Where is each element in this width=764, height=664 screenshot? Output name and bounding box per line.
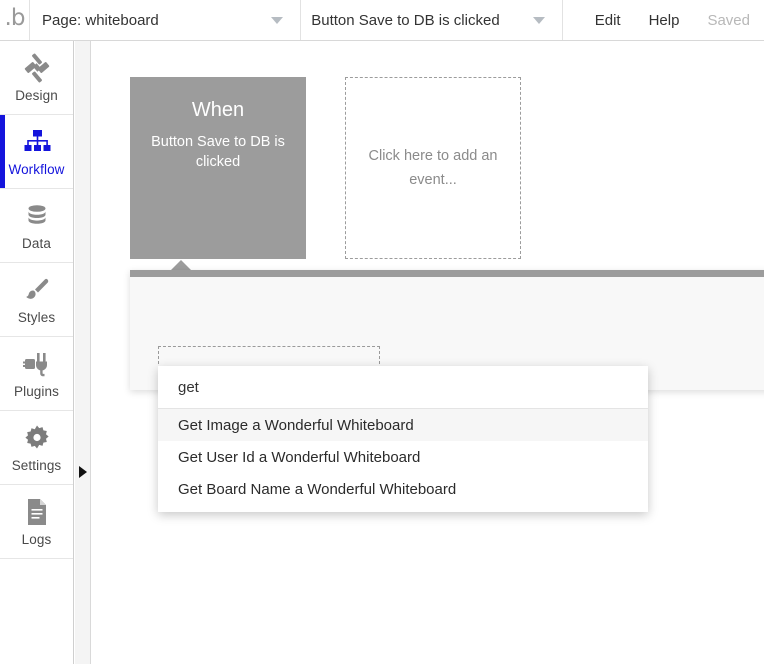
workflow-icon (22, 127, 52, 157)
document-icon (25, 497, 49, 527)
plug-icon (22, 349, 52, 379)
saved-status: Saved (707, 11, 750, 29)
action-option-get-user-id[interactable]: Get User Id a Wonderful Whiteboard (158, 441, 648, 473)
when-subtitle: Button Save to DB is clicked (151, 134, 285, 170)
brush-icon (23, 275, 51, 305)
sidebar-item-styles[interactable]: Styles (0, 263, 73, 337)
sidebar-item-label: Workflow (8, 161, 65, 177)
sidebar-item-logs[interactable]: Logs (0, 485, 73, 559)
logo-icon: .b (4, 4, 26, 31)
sidebar-item-label: Styles (17, 309, 56, 325)
sidebar-item-label: Logs (21, 531, 52, 547)
action-search-input[interactable] (178, 378, 625, 396)
action-panel-titlebar (130, 270, 764, 277)
when-event-card[interactable]: When Button Save to DB is clicked (130, 77, 306, 259)
chevron-down-icon[interactable] (271, 17, 284, 24)
event-selector[interactable]: Button Save to DB is clicked (301, 0, 563, 40)
sidebar-item-label: Data (22, 235, 51, 251)
page-selector-label: Page: whiteboard (42, 11, 159, 29)
sidebar-item-workflow[interactable]: Workflow (0, 115, 73, 189)
sidebar-item-data[interactable]: Data (0, 189, 73, 263)
sidebar-item-design[interactable]: Design (0, 41, 73, 115)
add-event-label: Click here to add an event... (368, 148, 498, 188)
action-option-label: Get Image a Wonderful Whiteboard (178, 416, 414, 434)
sidebar-item-label: Design (15, 87, 58, 103)
top-bar: .b Page: whiteboard Button Save to DB is… (0, 0, 764, 41)
action-option-get-board-name[interactable]: Get Board Name a Wonderful Whiteboard (158, 473, 648, 505)
page-selector[interactable]: Page: whiteboard (30, 0, 302, 40)
sidebar-item-plugins[interactable]: Plugins (0, 337, 73, 411)
edit-button[interactable]: Edit (581, 12, 635, 29)
app-root: .b Page: whiteboard Button Save to DB is… (0, 0, 764, 664)
bubble-logo[interactable]: .b (0, 0, 30, 40)
action-option-label: Get User Id a Wonderful Whiteboard (178, 448, 421, 466)
when-title: When (191, 99, 245, 121)
design-icon (22, 53, 52, 83)
gear-icon (23, 423, 51, 453)
topbar-actions: Edit Help Saved (563, 0, 764, 40)
action-option-get-image[interactable]: Get Image a Wonderful Whiteboard (158, 409, 648, 441)
help-button[interactable]: Help (635, 12, 694, 29)
sidebar-item-settings[interactable]: Settings (0, 411, 73, 485)
chevron-down-icon[interactable] (532, 17, 545, 24)
event-row: When Button Save to DB is clicked Click … (130, 77, 521, 259)
database-icon (23, 201, 51, 231)
action-options-list: Get Image a Wonderful Whiteboard Get Use… (158, 409, 648, 512)
add-event-placeholder[interactable]: Click here to add an event... (345, 77, 521, 259)
sidebar-gutter (75, 41, 91, 664)
expand-right-icon[interactable] (79, 466, 87, 478)
action-search-row[interactable] (158, 366, 648, 409)
event-selector-label: Button Save to DB is clicked (311, 11, 500, 29)
workflow-canvas: When Button Save to DB is clicked Click … (91, 41, 764, 664)
left-sidebar: Design Workflow Data Styles Plugins Sett… (0, 41, 74, 664)
action-option-label: Get Board Name a Wonderful Whiteboard (178, 480, 457, 498)
action-search-dropdown: Get Image a Wonderful Whiteboard Get Use… (158, 366, 648, 512)
sidebar-item-label: Plugins (14, 383, 59, 399)
sidebar-item-label: Settings (11, 457, 62, 473)
